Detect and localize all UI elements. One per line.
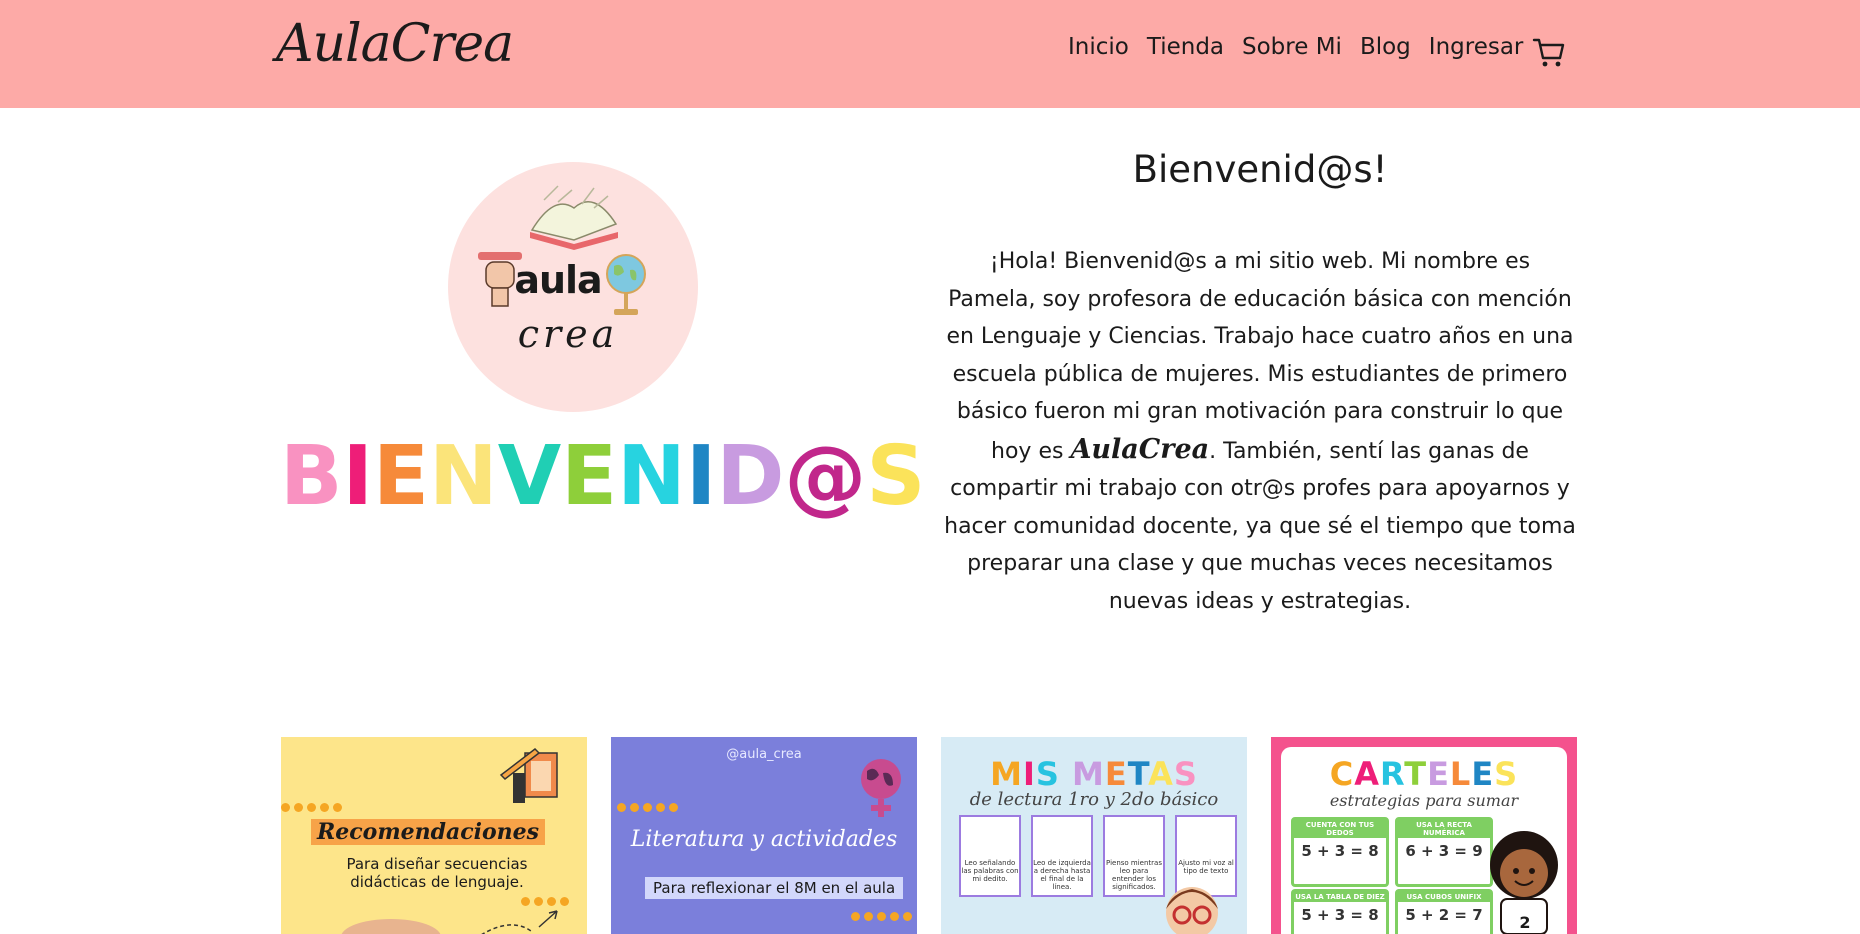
globe-icon	[606, 254, 646, 315]
title-letter: I	[1022, 755, 1036, 793]
logo-word-crea: crea	[517, 312, 619, 356]
aula-crea-logo: aula crea	[448, 162, 698, 412]
card3-subtitle: de lectura 1ro y 2do básico	[969, 789, 1219, 810]
pencil-clipboard-icon	[499, 748, 558, 803]
shopping-cart-icon[interactable]	[1532, 36, 1566, 70]
welcome-text-part2: . También, sentí las ganas de compartir …	[944, 438, 1576, 614]
goal-tile: Pienso mientras leo para entender los si…	[1103, 815, 1165, 897]
bienvenidos-banner: B I E N V E N I D @ S	[280, 429, 925, 524]
main-nav: Inicio Tienda Sobre Mi Blog Ingresar	[1068, 34, 1523, 60]
welcome-section: Bienvenid@s! ¡Hola! Bienvenid@s a mi sit…	[940, 148, 1580, 642]
card-literatura-8m[interactable]: @aula_crea Literatura y actividades Para…	[611, 737, 917, 934]
banner-letter: V	[497, 429, 562, 524]
banner-letter: N	[617, 429, 686, 524]
banner-letter: S	[866, 429, 926, 524]
title-letter: M	[990, 755, 1023, 793]
decorative-dots	[521, 897, 569, 906]
card4-subtitle: estrategias para sumar	[1329, 791, 1519, 810]
title-letter: S	[1035, 755, 1060, 793]
title-letter: A	[1148, 755, 1174, 793]
title-letter: S	[1494, 755, 1519, 793]
card2-title: Literatura y actividades	[630, 827, 898, 852]
banner-letter: E	[373, 429, 430, 524]
card2-subtitle: Para reflexionar el 8M en el aula	[645, 877, 904, 899]
logo-word-aula: aula	[514, 258, 602, 302]
strategy-box: CUENTA CON TUS DEDOS 5 + 3 = 8	[1291, 817, 1389, 887]
card4-title: CARTELES	[1281, 755, 1567, 793]
goal-tile: Leo de izquierda a derecha hasta el fina…	[1031, 815, 1093, 897]
card1-subtitle: Para diseñar secuencias didácticas de le…	[346, 855, 528, 891]
decorative-hand	[341, 910, 558, 934]
welcome-paragraph: ¡Hola! Bienvenid@s a mi sitio web. Mi no…	[940, 243, 1580, 620]
nav-sobre-mi[interactable]: Sobre Mi	[1242, 34, 1342, 60]
welcome-brand-name: AulaCrea	[1070, 433, 1210, 465]
banner-letter: N	[429, 429, 498, 524]
title-letter: A	[1354, 755, 1381, 793]
banner-letter: D	[716, 429, 785, 524]
number-badge: 2	[1519, 913, 1531, 932]
decorative-dots	[281, 803, 342, 812]
decorative-dots	[617, 803, 678, 812]
title-letter: L	[1449, 755, 1472, 793]
strategy-box: USA LA TABLA DE DIEZ 5 + 3 = 8	[1291, 889, 1389, 934]
decorative-dots	[851, 912, 912, 921]
card3-title: MIS METAS	[941, 755, 1247, 793]
site-header: AulaCrea Inicio Tienda Sobre Mi Blog Ing…	[0, 0, 1860, 108]
card1-title: Recomendaciones	[311, 819, 546, 845]
banner-letter: B	[280, 429, 343, 524]
title-letter: R	[1380, 755, 1405, 793]
banner-letter: I	[342, 429, 374, 524]
banner-letter: I	[685, 429, 717, 524]
nav-inicio[interactable]: Inicio	[1068, 34, 1129, 60]
title-letter: C	[1329, 755, 1355, 793]
title-letter: E	[1471, 755, 1495, 793]
title-letter: T	[1127, 755, 1149, 793]
nav-tienda[interactable]: Tienda	[1147, 34, 1224, 60]
nav-blog[interactable]: Blog	[1360, 34, 1411, 60]
female-globe-icon	[861, 759, 901, 817]
banner-letter: @	[784, 429, 867, 524]
title-letter: T	[1404, 755, 1428, 793]
card-mis-metas[interactable]: MIS METAS de lectura 1ro y 2do básico Le…	[941, 737, 1247, 934]
goal-tile: Leo señalando las palabras con mi dedito…	[959, 815, 1021, 897]
title-letter: E	[1427, 755, 1450, 793]
open-book-icon	[530, 185, 618, 250]
title-letter: M	[1072, 755, 1105, 793]
banner-letter: E	[561, 429, 618, 524]
brand-logo[interactable]: AulaCrea	[276, 14, 514, 74]
welcome-title: Bienvenid@s!	[1132, 148, 1388, 191]
welcome-text-part1: ¡Hola! Bienvenid@s a mi sitio web. Mi no…	[946, 249, 1574, 464]
girl-with-glasses-illustration	[1166, 887, 1218, 934]
title-letter: S	[1173, 755, 1198, 793]
title-letter	[1060, 755, 1072, 793]
hero-visual: aula crea B I E N V E N I D @ S	[280, 160, 925, 530]
title-letter: E	[1104, 755, 1128, 793]
card-carteles[interactable]: CARTELES estrategias para sumar CUENTA C…	[1271, 737, 1577, 934]
featured-cards: Recomendaciones Para diseñar secuencias …	[281, 737, 1577, 934]
nav-ingresar[interactable]: Ingresar	[1429, 34, 1524, 60]
card-recomendaciones[interactable]: Recomendaciones Para diseñar secuencias …	[281, 737, 587, 934]
